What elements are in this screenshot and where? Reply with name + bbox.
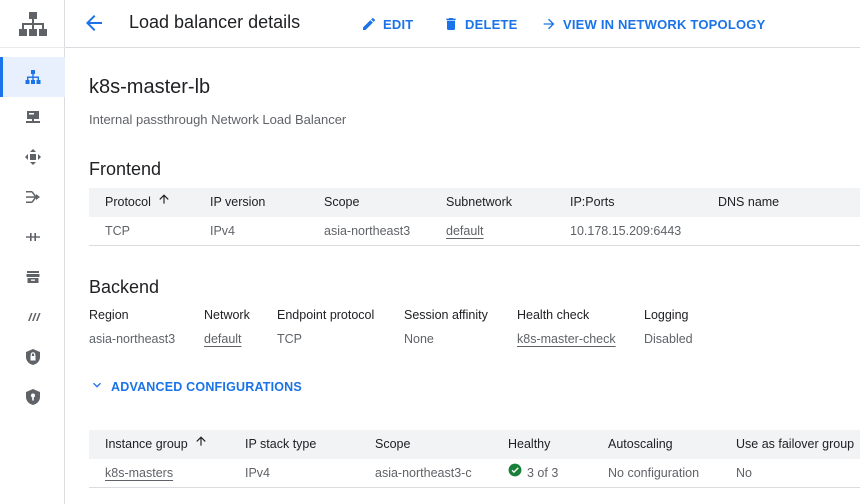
instance-group-autoscaling: No configuration — [608, 466, 700, 480]
rail-item-private-service-connect[interactable] — [0, 297, 65, 337]
rail-item-traffic-director[interactable] — [0, 217, 65, 257]
frontend-table-header: Protocol IP version Scope Subnetwork IP:… — [89, 188, 860, 217]
frontend-protocol: TCP — [105, 224, 130, 238]
trash-icon — [443, 16, 459, 32]
chevron-down-icon — [89, 377, 105, 396]
traffic-icon — [25, 309, 41, 325]
instance-group-scope: asia-northeast3-c — [375, 466, 472, 480]
instance-group-failover: No — [736, 466, 752, 480]
interconnect-icon — [25, 229, 41, 245]
edit-button[interactable]: EDIT — [361, 14, 413, 34]
arrow-right-icon — [541, 16, 557, 32]
forwarding-icon — [24, 188, 42, 206]
backend-section-title: Backend — [89, 277, 160, 297]
table-row: k8s-masters IPv4 asia-northeast3-c 3 of … — [89, 459, 860, 488]
instance-group-table-header: Instance group IP stack type Scope Healt… — [89, 430, 860, 459]
instance-group-healthy: 3 of 3 — [508, 459, 558, 488]
backend-region-value: asia-northeast3 — [89, 332, 176, 346]
backend-session-affinity-value: None — [404, 332, 434, 346]
backend-logging-label: Logging — [644, 308, 689, 322]
frontend-section-title: Frontend — [89, 159, 162, 179]
archive-icon — [25, 269, 41, 285]
column-header-scope[interactable]: Scope — [375, 430, 410, 459]
rail-item-cloud-dns[interactable] — [0, 97, 65, 137]
column-header-healthy[interactable]: Healthy — [508, 430, 550, 459]
load-balancer-type: Internal passthrough Network Load Balanc… — [89, 112, 347, 127]
view-network-topology-button[interactable]: VIEW IN NETWORK TOPOLOGY — [541, 14, 765, 34]
backend-health-check-link[interactable]: k8s-master-check — [517, 332, 616, 346]
column-header-failover-group[interactable]: Use as failover group — [736, 430, 854, 459]
load-balancer-name: k8s-master-lb — [89, 76, 211, 98]
page-title: Load balancer details — [129, 12, 301, 32]
rail-item-cloud-cdn[interactable] — [0, 137, 65, 177]
left-nav-rail — [0, 0, 65, 504]
column-header-ip-version[interactable]: IP version — [210, 188, 265, 217]
column-header-ip-ports[interactable]: IP:Ports — [570, 188, 614, 217]
column-header-scope[interactable]: Scope — [324, 188, 359, 217]
column-header-ip-stack-type[interactable]: IP stack type — [245, 430, 316, 459]
server-icon — [25, 109, 41, 125]
pencil-icon — [361, 16, 377, 32]
rail-item-cloud-armor[interactable] — [0, 337, 65, 377]
instance-group-link[interactable]: k8s-masters — [105, 459, 173, 488]
view-network-topology-label: VIEW IN NETWORK TOPOLOGY — [563, 16, 766, 32]
delete-button-label: DELETE — [465, 16, 518, 32]
load-balancer-icon — [25, 69, 41, 85]
rail-item-service-directory[interactable] — [0, 257, 65, 297]
instance-group-ip-stack-type: IPv4 — [245, 466, 271, 480]
routes-icon — [24, 148, 42, 166]
backend-endpoint-protocol-label: Endpoint protocol — [277, 308, 375, 322]
column-header-dns-name[interactable]: DNS name — [718, 188, 779, 217]
frontend-scope: asia-northeast3 — [324, 224, 411, 238]
backend-health-check-label: Health check — [517, 308, 590, 322]
rail-item-cloud-nat[interactable] — [0, 177, 65, 217]
frontend-ip-version: IPv4 — [210, 224, 236, 238]
backend-logging-value: Disabled — [644, 332, 693, 346]
security-shield-icon — [25, 388, 41, 406]
advanced-configurations-label: ADVANCED CONFIGURATIONS — [111, 379, 302, 394]
table-row: TCP IPv4 asia-northeast3 default 10.178.… — [89, 217, 860, 246]
column-header-protocol[interactable]: Protocol — [105, 188, 171, 217]
page-header: Load balancer details EDIT DELETE VIEW I… — [65, 0, 860, 48]
healthy-count: 3 of 3 — [527, 466, 559, 480]
backend-network-label: Network — [204, 308, 250, 322]
column-header-autoscaling[interactable]: Autoscaling — [608, 430, 673, 459]
check-circle-icon — [508, 459, 522, 488]
rail-item-load-balancing[interactable] — [0, 57, 65, 97]
backend-network-link[interactable]: default — [204, 332, 242, 346]
back-arrow-icon[interactable] — [82, 11, 106, 35]
rail-item-secure-web-proxy[interactable] — [0, 377, 65, 417]
backend-endpoint-protocol-value: TCP — [277, 332, 302, 346]
lock-shield-icon — [25, 348, 41, 366]
frontend-ip-ports: 10.178.15.209:6443 — [570, 224, 682, 238]
column-header-subnetwork[interactable]: Subnetwork — [446, 188, 512, 217]
column-header-instance-group[interactable]: Instance group — [105, 430, 208, 459]
frontend-subnetwork-link[interactable]: default — [446, 217, 484, 246]
network-services-logo-icon[interactable] — [0, 0, 65, 48]
sort-arrow-up-icon — [194, 430, 208, 459]
backend-region-label: Region — [89, 308, 129, 322]
backend-session-affinity-label: Session affinity — [404, 308, 488, 322]
advanced-configurations-toggle[interactable]: ADVANCED CONFIGURATIONS — [89, 377, 302, 396]
edit-button-label: EDIT — [383, 16, 414, 32]
sort-arrow-up-icon — [157, 188, 171, 217]
delete-button[interactable]: DELETE — [443, 14, 517, 34]
